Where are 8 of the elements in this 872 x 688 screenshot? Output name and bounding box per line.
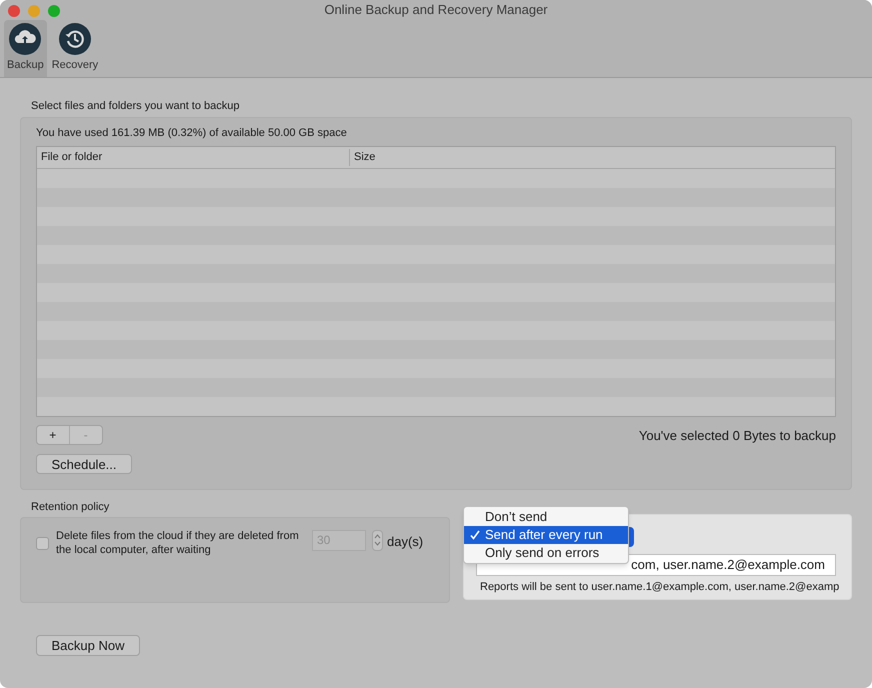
section-title: Select files and folders you want to backup: [30, 99, 241, 114]
window-title: Online Backup and Recovery Manager: [324, 1, 548, 19]
days-unit: day(s): [387, 532, 424, 551]
usage-text: You have used 161.39 MB (0.32%) of available 50.00 GB space: [36, 126, 348, 140]
section-title: Retention policy: [30, 500, 110, 515]
selected-summary: You've selected 0 Bytes to backup: [638, 427, 836, 445]
checkbox-label: Delete files from the cloud if they are deleted from the local computer, after waiting: [56, 528, 300, 556]
recipients-note: Reports will be sent to user.name.1@example.com, user.name.2@examp: [479, 580, 840, 595]
